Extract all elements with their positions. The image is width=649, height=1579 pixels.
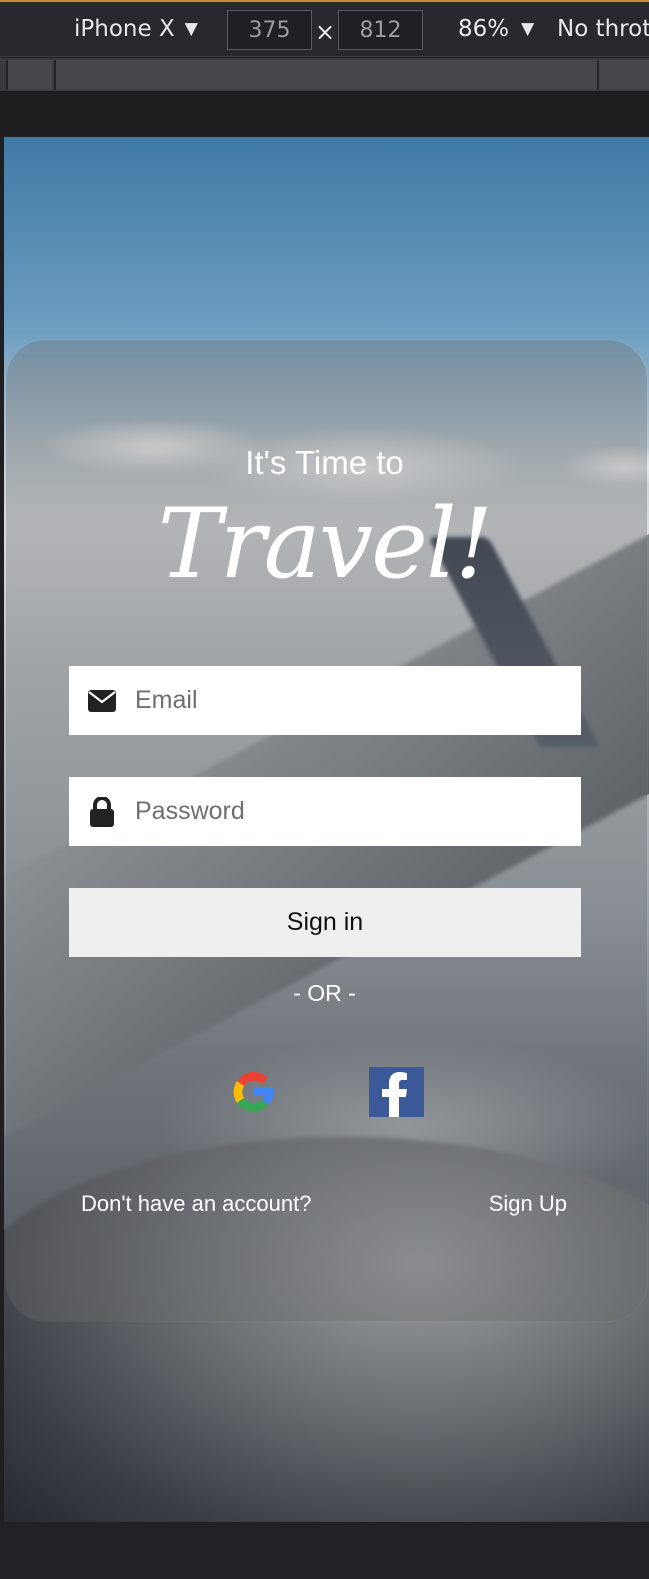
zoom-select[interactable]: 86% ▼ bbox=[458, 16, 534, 42]
media-query-bar bbox=[0, 58, 649, 92]
page-title: Travel! bbox=[157, 488, 493, 600]
chevron-down-icon: ▼ bbox=[521, 19, 535, 39]
throttle-select[interactable]: No throt bbox=[557, 16, 649, 42]
zoom-label: 86% bbox=[458, 16, 510, 42]
signup-row: Don't have an account? Sign Up bbox=[81, 1191, 567, 1217]
facebook-icon[interactable] bbox=[369, 1067, 424, 1117]
google-icon[interactable] bbox=[228, 1066, 280, 1118]
devtools-bottom-bar bbox=[0, 1522, 649, 1579]
tagline: It's Time to bbox=[245, 444, 404, 481]
lock-icon bbox=[69, 796, 135, 827]
email-field[interactable] bbox=[69, 666, 581, 735]
media-query-segment[interactable] bbox=[597, 60, 649, 90]
email-input[interactable] bbox=[135, 666, 581, 735]
signin-button[interactable]: Sign in bbox=[69, 888, 581, 957]
width-input[interactable]: 375 bbox=[227, 10, 312, 50]
device-select[interactable]: iPhone X ▼ bbox=[74, 16, 198, 42]
signup-link[interactable]: Sign Up bbox=[489, 1191, 567, 1217]
device-toolbar: iPhone X ▼ 375 × 812 86% ▼ No throt bbox=[0, 0, 649, 57]
envelope-icon bbox=[69, 689, 135, 712]
media-query-segment[interactable] bbox=[54, 60, 597, 90]
device-label: iPhone X bbox=[74, 16, 175, 42]
password-field[interactable] bbox=[69, 777, 581, 846]
or-divider: - OR - bbox=[293, 980, 356, 1006]
no-account-text: Don't have an account? bbox=[81, 1191, 312, 1216]
times-icon: × bbox=[315, 18, 336, 46]
height-input[interactable]: 812 bbox=[338, 10, 423, 50]
password-input[interactable] bbox=[135, 777, 581, 846]
chevron-down-icon: ▼ bbox=[184, 19, 198, 39]
media-query-segment[interactable] bbox=[6, 60, 52, 90]
